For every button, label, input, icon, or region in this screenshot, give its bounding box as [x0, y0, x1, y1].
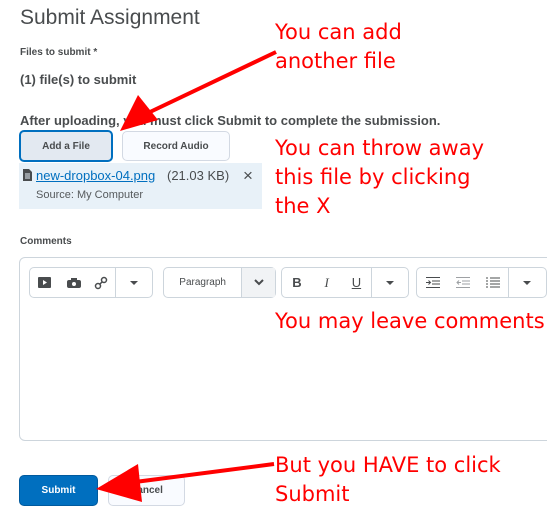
underline-button[interactable]: U — [342, 268, 372, 297]
files-count: (1) file(s) to submit — [20, 72, 137, 87]
format-select-value: Paragraph — [179, 277, 226, 288]
submit-instruction: After uploading, you must click Submit t… — [20, 113, 441, 128]
annotation-line: You may leave comments — [275, 309, 545, 333]
insert-video-icon[interactable] — [30, 268, 60, 297]
annotation-line: another file — [275, 49, 396, 73]
record-audio-button[interactable]: Record Audio — [122, 131, 230, 161]
annotation-comments: You may leave comments — [275, 307, 545, 336]
annotation-line: this file by clicking — [275, 165, 471, 189]
text-style-more-dropdown[interactable] — [371, 268, 408, 297]
comments-editor[interactable]: Paragraph B I U — [19, 257, 547, 441]
bold-button[interactable]: B — [282, 268, 312, 297]
insert-more-dropdown[interactable] — [115, 268, 152, 297]
annotation-remove-file: You can throw away this file by clicking… — [275, 134, 484, 221]
submit-button[interactable]: Submit — [19, 475, 98, 506]
annotation-line: the X — [275, 194, 331, 218]
file-source: Source: My Computer — [36, 189, 143, 201]
annotation-line: You can throw away — [275, 136, 485, 160]
attached-file: new-dropbox-04.png (21.03 KB) × Source: … — [19, 163, 262, 209]
comments-label: Comments — [20, 236, 72, 247]
text-style-toolbar-group: B I U — [281, 267, 409, 298]
annotation-line: You can add — [275, 20, 402, 44]
caret-down-icon — [386, 280, 395, 285]
page-title: Submit Assignment — [20, 6, 200, 29]
annotation-add-file: You can add another file — [275, 18, 402, 76]
files-label: Files to submit * — [20, 47, 98, 58]
bullet-list-icon[interactable] — [478, 268, 508, 297]
add-file-button[interactable]: Add a File — [19, 130, 113, 162]
annotation-submit: But you HAVE to click Submit — [275, 451, 501, 509]
cancel-button[interactable]: Cancel — [108, 475, 185, 506]
caret-down-icon — [523, 280, 531, 285]
file-link[interactable]: new-dropbox-04.png — [36, 168, 155, 183]
file-icon — [23, 169, 32, 181]
paragraph-toolbar-group — [416, 267, 547, 298]
paragraph-more-dropdown[interactable] — [508, 268, 545, 297]
indent-icon[interactable] — [417, 268, 448, 297]
insert-toolbar-group — [29, 267, 153, 298]
insert-link-icon[interactable] — [88, 268, 116, 297]
annotation-line: Submit — [275, 482, 350, 506]
caret-down-icon — [130, 280, 139, 285]
chevron-down-icon[interactable] — [241, 268, 275, 297]
insert-image-icon[interactable] — [60, 268, 88, 297]
annotation-line: But you HAVE to click — [275, 453, 501, 477]
italic-button[interactable]: I — [312, 268, 342, 297]
remove-file-icon[interactable]: × — [243, 166, 253, 186]
format-select[interactable]: Paragraph — [163, 267, 276, 298]
file-size: (21.03 KB) — [167, 168, 230, 183]
outdent-icon[interactable] — [448, 268, 478, 297]
